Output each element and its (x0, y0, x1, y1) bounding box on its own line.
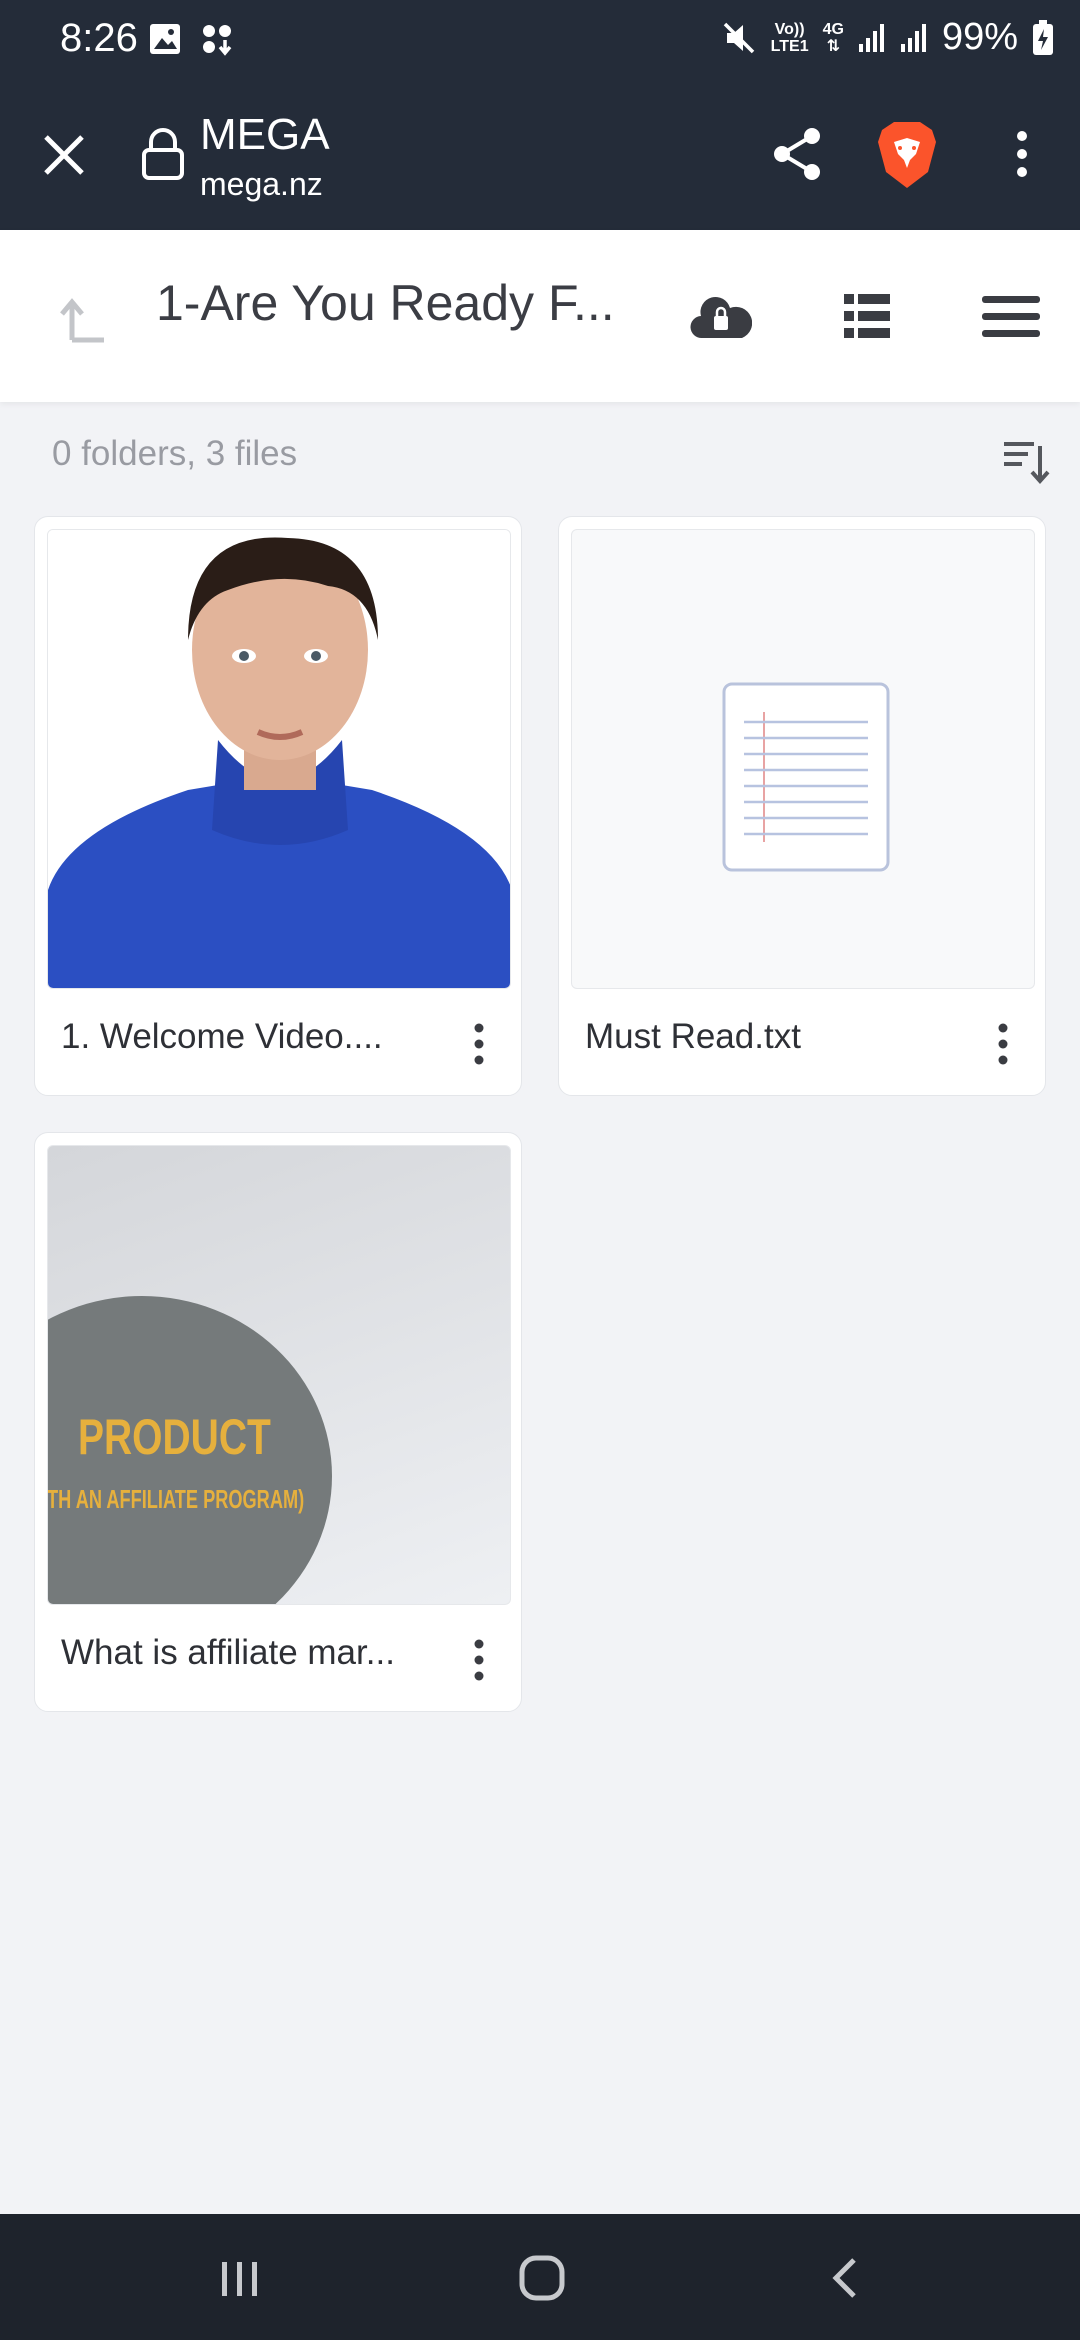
file-name[interactable]: What is affiliate mar... (61, 1633, 441, 1673)
app-notification-icon (203, 25, 232, 56)
thumbnail-text-product: PRODUCT (78, 1409, 271, 1465)
status-right-group: Vo)) LTE1 4G ⇅ 99% (721, 16, 1054, 59)
file-name[interactable]: Must Read.txt (585, 1017, 965, 1057)
recents-icon[interactable] (210, 2252, 270, 2304)
signal-icon-1 (858, 23, 884, 52)
up-arrow-icon[interactable] (54, 292, 110, 348)
site-title[interactable]: MEGA (200, 110, 330, 160)
site-url[interactable]: mega.nz (200, 166, 323, 203)
volte-bottom: LTE1 (770, 37, 809, 55)
browser-toolbar: MEGA mega.nz (0, 80, 1080, 230)
data-arrows-icon: ⇅ (826, 37, 840, 55)
file-more-icon[interactable] (459, 1635, 499, 1685)
video-thumbnail[interactable]: PRODUCT ITH AN AFFILIATE PROGRAM) (47, 1145, 511, 1605)
gallery-notification-icon (150, 24, 180, 54)
file-more-icon[interactable] (459, 1019, 499, 1069)
back-icon[interactable] (816, 2252, 876, 2304)
status-notification-icons (148, 22, 236, 58)
mute-icon (723, 22, 754, 53)
brave-icon[interactable] (876, 120, 938, 190)
more-vert-icon[interactable] (1004, 124, 1040, 184)
volte-top: Vo)) (774, 20, 805, 38)
file-name[interactable]: 1. Welcome Video.... (61, 1017, 441, 1057)
net-type: 4G (822, 20, 844, 38)
text-file-icon (722, 682, 890, 872)
file-more-icon[interactable] (983, 1019, 1023, 1069)
text-file-thumbnail[interactable] (571, 529, 1035, 989)
status-time: 8:26 (60, 16, 138, 60)
file-card-must-read[interactable]: Must Read.txt (558, 516, 1046, 1096)
folder-title: 1-Are You Ready F... (156, 275, 615, 331)
list-view-icon[interactable] (842, 290, 892, 342)
video-thumbnail[interactable] (47, 529, 511, 989)
person-thumbnail-image (48, 530, 510, 988)
battery-charging-icon (1033, 19, 1053, 55)
status-bar: 8:26 Vo)) LTE1 4G ⇅ 99% (0, 0, 1080, 80)
volte-indicator: Vo)) LTE1 (771, 21, 809, 55)
cloud-lock-icon[interactable] (690, 292, 752, 344)
home-icon[interactable] (512, 2252, 572, 2304)
file-card-affiliate-marketing[interactable]: PRODUCT ITH AN AFFILIATE PROGRAM) What i… (34, 1132, 522, 1712)
data-indicator: 4G ⇅ (823, 21, 844, 55)
file-card-welcome-video[interactable]: 1. Welcome Video.... (34, 516, 522, 1096)
lock-icon (142, 128, 184, 180)
system-nav-bar (0, 2214, 1080, 2340)
share-icon[interactable] (768, 124, 828, 184)
mega-header: 1-Are You Ready F... (0, 230, 1080, 402)
folder-summary: 0 folders, 3 files (52, 434, 298, 473)
hamburger-icon[interactable] (980, 292, 1042, 342)
signal-icon-2 (900, 23, 926, 52)
sort-icon[interactable] (1000, 436, 1050, 486)
thumbnail-text-program: ITH AN AFFILIATE PROGRAM) (47, 1484, 305, 1514)
close-icon[interactable] (36, 127, 92, 183)
battery-percent: 99% (941, 16, 1018, 58)
